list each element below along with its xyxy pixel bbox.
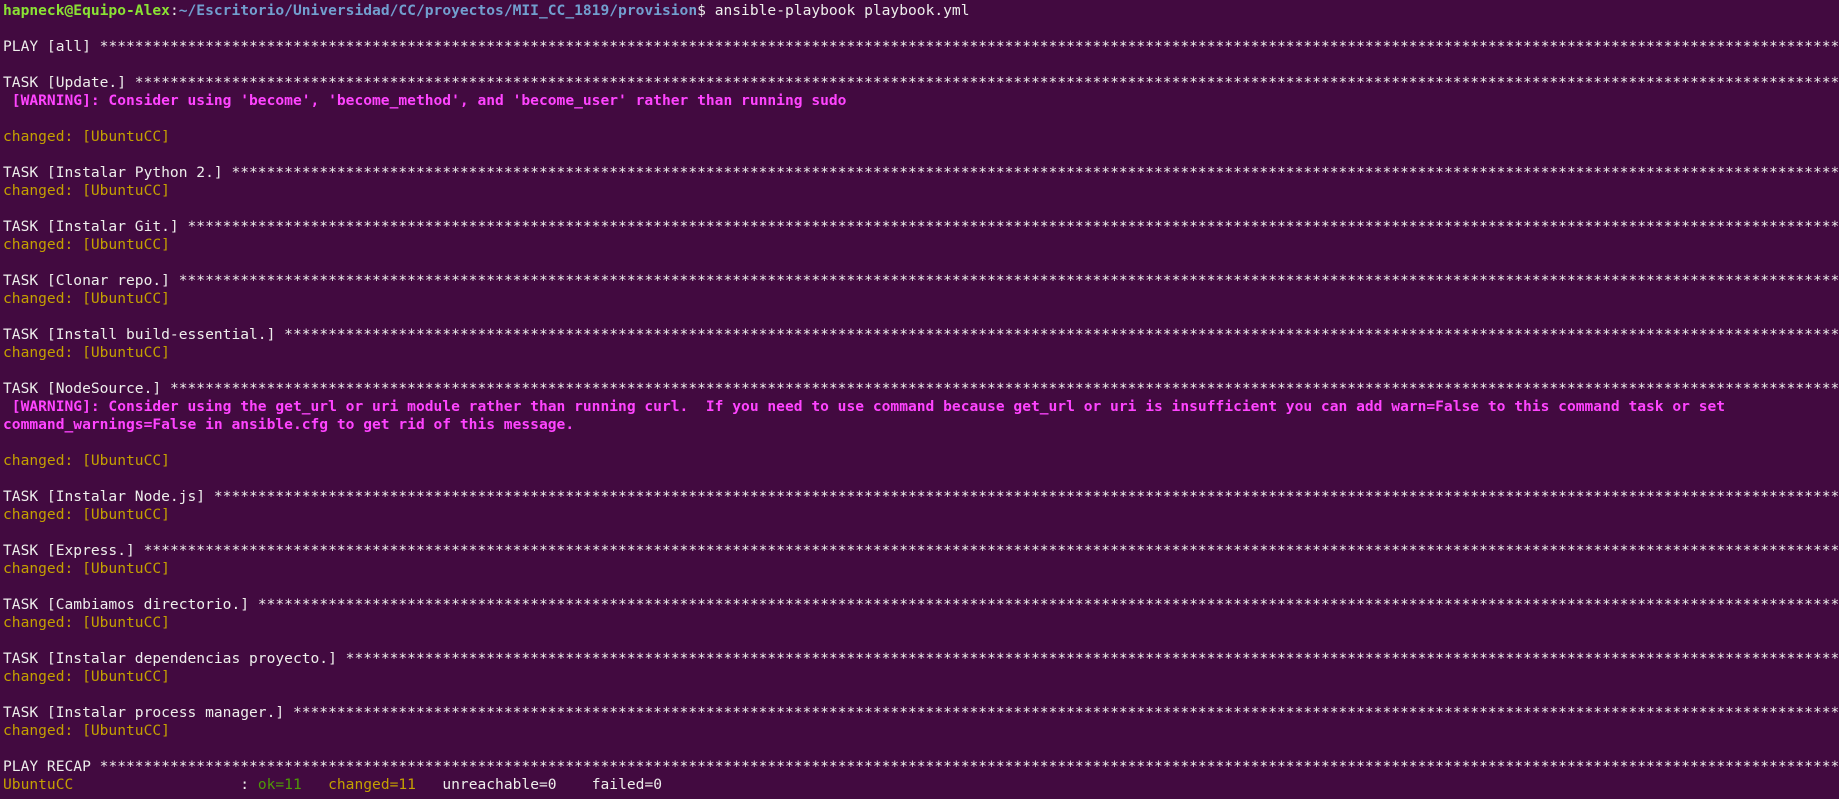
task-header: TASK [Instalar Git.] *******************… xyxy=(3,218,1839,236)
star-rule: ****************************************… xyxy=(169,380,1839,397)
star-rule: ****************************************… xyxy=(178,272,1839,289)
task-header-text: TASK [Express.] xyxy=(3,542,144,559)
star-rule: ****************************************… xyxy=(257,596,1839,613)
task-result: changed: [UbuntuCC] xyxy=(3,236,170,253)
play-header-text: PLAY [all] xyxy=(3,38,100,55)
task-result: changed: [UbuntuCC] xyxy=(3,722,170,739)
star-rule: ****************************************… xyxy=(292,704,1839,721)
recap-colon: : xyxy=(73,776,258,793)
task-result: changed: [UbuntuCC] xyxy=(3,452,170,469)
recap-header-text: PLAY RECAP xyxy=(3,758,100,775)
star-rule: ****************************************… xyxy=(99,38,1839,55)
warning-line: [WARNING]: Consider using 'become', 'bec… xyxy=(3,92,847,109)
task-header-text: TASK [Instalar Git.] xyxy=(3,218,188,235)
task-header: TASK [Express.] ************************… xyxy=(3,542,1839,560)
star-rule: ****************************************… xyxy=(143,542,1839,559)
task-result: changed: [UbuntuCC] xyxy=(3,182,170,199)
star-rule: ****************************************… xyxy=(99,758,1839,775)
task-header: TASK [Instalar process manager.] *******… xyxy=(3,704,1839,722)
task-header: TASK [NodeSource.] *********************… xyxy=(3,380,1839,398)
task-result: changed: [UbuntuCC] xyxy=(3,614,170,631)
task-header-text: TASK [Instalar dependencias proyecto.] xyxy=(3,650,346,667)
task-header: TASK [Cambiamos directorio.] ***********… xyxy=(3,596,1839,614)
prompt-line: hapneck@Equipo-Alex:~/Escritorio/Univers… xyxy=(3,2,1839,20)
star-rule: ****************************************… xyxy=(345,650,1839,667)
task-header: TASK [Instalar dependencias proyecto.] *… xyxy=(3,650,1839,668)
task-header-text: TASK [Install build-essential.] xyxy=(3,326,285,343)
task-header-text: TASK [Instalar process manager.] xyxy=(3,704,293,721)
recap-ok: ok=11 xyxy=(257,776,302,793)
task-header-text: TASK [Cambiamos directorio.] xyxy=(3,596,258,613)
recap-header: PLAY RECAP *****************************… xyxy=(3,758,1839,776)
warning-line-continued: command_warnings=False in ansible.cfg to… xyxy=(3,416,575,433)
warning-line: [WARNING]: Consider using the get_url or… xyxy=(3,398,1726,415)
recap-gap xyxy=(416,776,442,793)
task-result: changed: [UbuntuCC] xyxy=(3,668,170,685)
task-header: TASK [Instalar Python 2.] **************… xyxy=(3,164,1839,182)
task-header: TASK [Install build-essential.] ********… xyxy=(3,326,1839,344)
star-rule: ****************************************… xyxy=(284,326,1839,343)
task-result: changed: [UbuntuCC] xyxy=(3,128,170,145)
star-rule: ****************************************… xyxy=(231,164,1839,181)
task-header-text: TASK [Instalar Python 2.] xyxy=(3,164,232,181)
task-header: TASK [Instalar Node.js] ****************… xyxy=(3,488,1839,506)
task-result: changed: [UbuntuCC] xyxy=(3,290,170,307)
task-header-text: TASK [Instalar Node.js] xyxy=(3,488,214,505)
task-result: changed: [UbuntuCC] xyxy=(3,506,170,523)
prompt-user-host: hapneck@Equipo-Alex xyxy=(3,2,170,19)
star-rule: ****************************************… xyxy=(187,218,1839,235)
recap-changed: changed=11 xyxy=(328,776,416,793)
task-header-text: TASK [Update.] xyxy=(3,74,135,91)
star-rule: ****************************************… xyxy=(213,488,1839,505)
recap-unreachable: unreachable=0 xyxy=(442,776,557,793)
recap-gap xyxy=(557,776,592,793)
task-header-text: TASK [NodeSource.] xyxy=(3,380,170,397)
star-rule: ****************************************… xyxy=(134,74,1839,91)
prompt-path: ~/Escritorio/Universidad/CC/proyectos/MI… xyxy=(178,2,698,19)
prompt-separator: : xyxy=(169,2,179,19)
recap-failed: failed=0 xyxy=(591,776,663,793)
prompt-symbol: $ xyxy=(697,2,715,19)
recap-gap xyxy=(302,776,328,793)
task-result: changed: [UbuntuCC] xyxy=(3,560,170,577)
recap-row: UbuntuCC : ok=11 changed=11 unreachable=… xyxy=(3,776,1839,794)
play-header: PLAY [all] *****************************… xyxy=(3,38,1839,56)
recap-host: UbuntuCC xyxy=(3,776,74,793)
task-header: TASK [Clonar repo.] ********************… xyxy=(3,272,1839,290)
task-header-text: TASK [Clonar repo.] xyxy=(3,272,179,289)
task-result: changed: [UbuntuCC] xyxy=(3,344,170,361)
prompt-command: ansible-playbook playbook.yml xyxy=(714,2,970,19)
terminal-window[interactable]: hapneck@Equipo-Alex:~/Escritorio/Univers… xyxy=(0,0,1839,799)
task-header: TASK [Update.] *************************… xyxy=(3,74,1839,92)
